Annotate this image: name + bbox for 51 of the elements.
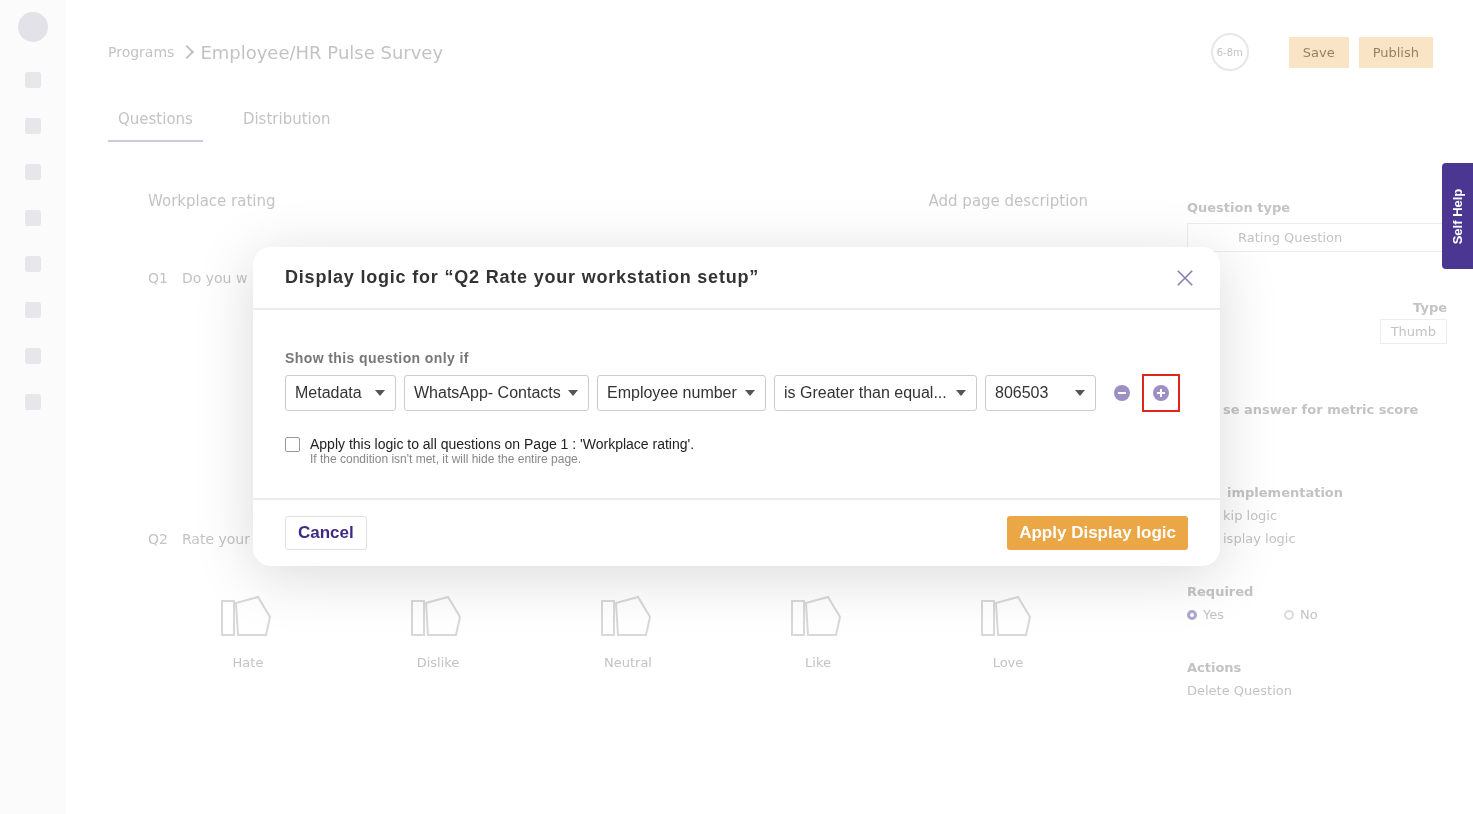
rating-label: Dislike <box>416 655 460 670</box>
logo-icon <box>18 12 48 42</box>
caret-icon <box>956 390 966 396</box>
caret-icon <box>745 390 755 396</box>
radio-button[interactable]: No <box>1284 607 1318 622</box>
question-number: Q2 <box>148 531 168 547</box>
close-icon[interactable] <box>1176 268 1194 287</box>
question-number: Q1 <box>148 270 168 286</box>
header-button[interactable]: Save <box>1288 36 1349 68</box>
add-description-link[interactable]: Add page description <box>928 192 1088 210</box>
rating-label: Love <box>992 655 1024 670</box>
field-label: Actions <box>1187 660 1243 675</box>
remove-icon[interactable] <box>1114 385 1130 401</box>
cancel-button[interactable]: Cancel <box>285 516 367 550</box>
page-title: Employee/HR Pulse Survey <box>200 41 444 63</box>
condition-dropdown[interactable]: is Greater than equal... <box>774 375 977 411</box>
condition-label: Show this question only if <box>285 350 470 366</box>
checkbox-label: Apply this logic to all questions on Page 1 : 'Workplace rating'. <box>310 436 695 452</box>
caret-icon <box>1075 390 1085 396</box>
self-help-tab[interactable]: Self Help <box>1442 163 1473 269</box>
condition-dropdown[interactable]: WhatsApp- Contacts <box>404 375 589 411</box>
field-label: Question type <box>1187 200 1292 215</box>
rating-label: Like <box>805 655 831 670</box>
timer-badge: 6-8m <box>1210 33 1249 71</box>
radio-button[interactable]: Yes <box>1187 607 1224 622</box>
condition-dropdown[interactable]: Metadata <box>285 375 396 411</box>
type-select[interactable]: Thumb <box>1379 319 1447 344</box>
delete-link[interactable]: Delete Question <box>1187 683 1447 698</box>
condition-dropdown[interactable]: 806503 <box>985 375 1096 411</box>
tab[interactable]: Questions <box>108 104 203 142</box>
field-label: Required <box>1187 584 1255 599</box>
add-icon <box>1153 385 1169 401</box>
caret-icon <box>568 390 578 396</box>
hint-text: If the condition isn't met, it will hide the entire page. <box>310 452 583 466</box>
caret-icon <box>375 390 385 396</box>
checkbox[interactable] <box>285 437 300 452</box>
rating-label: Neutral <box>604 655 652 670</box>
field-label: Type <box>1413 300 1447 315</box>
dialog-title: Display logic for “Q2 Rate your workstation setup” <box>285 267 760 288</box>
question-text: Rate your <box>181 531 250 547</box>
field-label: implementation <box>1226 485 1345 500</box>
section-title: Workplace rating <box>148 192 276 210</box>
condition-dropdown[interactable]: Employee number <box>597 375 766 411</box>
rating-label: Hate <box>232 655 264 670</box>
tab[interactable]: Distribution <box>232 104 341 142</box>
question-text: Do you w <box>181 270 248 286</box>
header-button[interactable]: Publish <box>1358 36 1433 68</box>
add-condition-button[interactable] <box>1142 374 1180 412</box>
field-label: se answer for metric score <box>1222 402 1420 417</box>
apply-button[interactable]: Apply Display logic <box>1007 516 1188 550</box>
breadcrumb-link[interactable]: Programs <box>108 44 175 60</box>
